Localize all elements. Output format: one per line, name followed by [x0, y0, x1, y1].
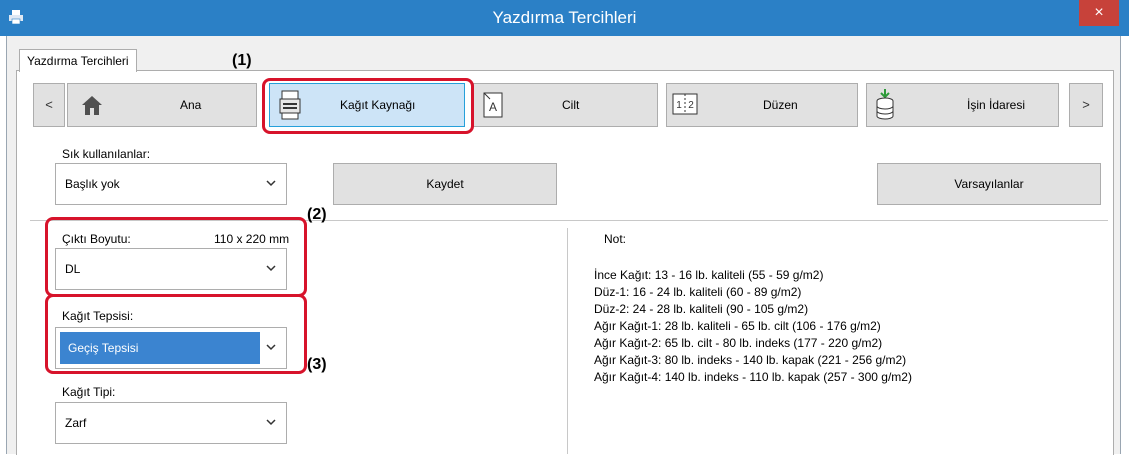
paper-type-label: Kağıt Tipi: — [62, 385, 116, 399]
note-title: Not: — [604, 232, 627, 246]
close-button[interactable]: × — [1079, 0, 1119, 26]
toolbar-item-label: Düzen — [763, 98, 798, 112]
chevron-down-icon — [266, 419, 276, 426]
layout-icon: 1 2 — [672, 93, 698, 115]
tab-print-preferences[interactable]: Yazdırma Tercihleri — [19, 49, 137, 72]
toolbar-item-job-handling[interactable]: İşin İdaresi — [866, 83, 1059, 127]
binding-icon: A — [483, 92, 503, 118]
separator-vertical — [567, 228, 568, 454]
chevron-down-icon — [266, 180, 276, 187]
favorites-label: Sık kullanılanlar: — [62, 147, 151, 161]
toolbar-item-main[interactable]: Ana — [67, 83, 257, 127]
note-line: Ağır Kağıt-2: 65 lb. cilt - 80 lb. indek… — [594, 336, 883, 350]
toolbar-item-label: İşin İdaresi — [967, 98, 1026, 112]
scroll-right-button[interactable]: > — [1069, 83, 1103, 127]
toolbar-item-label: Ana — [180, 98, 202, 112]
note-line: Düz-1: 16 - 24 lb. kaliteli (60 - 89 g/m… — [594, 285, 802, 299]
note-line: Düz-2: 24 - 28 lb. kaliteli (90 - 105 g/… — [594, 302, 809, 316]
chevron-right-icon: > — [1082, 97, 1090, 112]
toolbar-item-binding[interactable]: A Cilt — [473, 83, 658, 127]
callout-1: (1) — [232, 52, 252, 69]
highlight-box-3 — [45, 294, 307, 374]
note-line: Ağır Kağıt-3: 80 lb. indeks - 140 lb. ka… — [594, 353, 907, 367]
callout-2: (2) — [307, 206, 327, 223]
highlight-box-2 — [45, 217, 307, 297]
note-line: İnce Kağıt: 13 - 16 lb. kaliteli (55 - 5… — [594, 268, 824, 282]
chevron-left-icon: < — [45, 97, 53, 112]
save-button[interactable]: Kaydet — [333, 163, 557, 205]
note-line: Ağır Kağıt-4: 140 lb. indeks - 110 lb. k… — [594, 370, 912, 384]
toolbar-item-label: Cilt — [562, 98, 580, 112]
home-icon — [82, 96, 102, 115]
toolbar-item-layout[interactable]: 1 2 Düzen — [666, 83, 858, 127]
svg-text:A: A — [489, 100, 497, 114]
highlight-box-1 — [262, 78, 474, 134]
callout-3: (3) — [307, 356, 327, 373]
svg-text:1: 1 — [676, 100, 682, 111]
title-bar: Yazdırma Tercihleri × — [0, 0, 1129, 36]
job-handling-icon — [876, 89, 894, 120]
note-line: Ağır Kağıt-1: 28 lb. kaliteli - 65 lb. c… — [594, 319, 881, 333]
favorites-value: Başlık yok — [65, 177, 120, 191]
favorites-select[interactable]: Başlık yok — [55, 163, 287, 205]
window-title: Yazdırma Tercihleri — [492, 8, 637, 27]
scroll-left-button[interactable]: < — [33, 83, 65, 127]
paper-type-value: Zarf — [65, 416, 87, 430]
paper-type-select[interactable]: Zarf — [55, 402, 287, 444]
defaults-button[interactable]: Varsayılanlar — [877, 163, 1101, 205]
svg-text:2: 2 — [688, 100, 694, 111]
